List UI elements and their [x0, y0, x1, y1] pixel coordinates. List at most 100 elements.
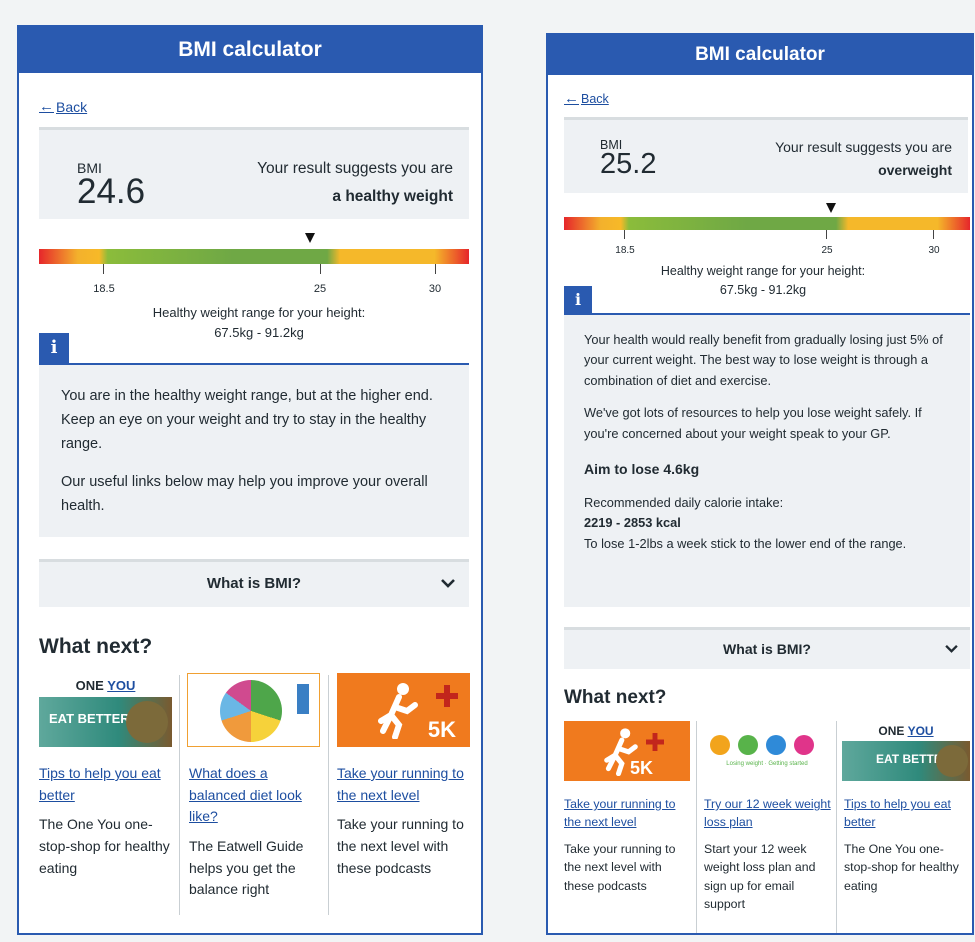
chevron-down-icon [441, 579, 455, 588]
tick-label: 18.5 [93, 283, 115, 295]
card-running: Take your running to the next level Take… [564, 795, 690, 895]
calorie-label: Recommended daily calorie intake: [584, 494, 784, 510]
what-is-bmi-accordion[interactable]: What is BMI? [39, 559, 469, 607]
apple-icon [738, 735, 758, 755]
calorie-note: To lose 1-2lbs a week stick to the lower… [584, 535, 907, 551]
eat-better-banner: EAT BETTER [39, 697, 172, 747]
tick-mark [103, 264, 104, 274]
card-divider [328, 675, 329, 915]
what-next-heading: What next? [564, 687, 667, 708]
bmi-panel-overweight: BMI calculator ← Back BMI 25.2 Your resul… [546, 33, 974, 935]
result-box: BMI 24.6 Your result suggests you are a … [39, 127, 469, 219]
salad-bowl-icon [936, 745, 968, 777]
running-5k-thumbnail[interactable]: 5K [564, 721, 690, 781]
card-description: The One You one-stop-shop for healthy ea… [844, 841, 959, 893]
info-box: Your health would really benefit from gr… [564, 315, 970, 607]
bmi-marker-icon [305, 233, 315, 243]
one-you-logo: ONE YOU [842, 721, 970, 741]
result-suggest-text: Your result suggests you are [257, 160, 453, 177]
card-divider [179, 675, 180, 915]
eatwell-plate-icon [220, 680, 282, 742]
5k-badge: 5K [630, 758, 654, 778]
tick-mark [435, 264, 436, 274]
bmi-scale-bar [39, 249, 469, 264]
tick-label: 30 [428, 283, 442, 295]
tick-label: 25 [313, 283, 327, 295]
heart-icon [794, 735, 814, 755]
info-paragraph: Our useful links below may help you impr… [61, 473, 428, 514]
card-description: The One You one-stop-shop for healthy ea… [39, 816, 170, 876]
chevron-down-icon [945, 644, 958, 653]
card-link[interactable]: Take your running to the next level [337, 763, 472, 806]
back-link[interactable]: ← Back [39, 98, 87, 115]
salad-bowl-icon [126, 701, 168, 743]
running-5k-thumbnail[interactable]: 5K [337, 673, 470, 747]
panel-title: BMI calculator [19, 27, 481, 73]
tick-label: 30 [928, 245, 940, 256]
healthy-range-value: 67.5kg - 91.2kg [214, 325, 304, 341]
card-balanced-diet: What does a balanced diet look like? The… [189, 763, 324, 901]
tick-label: 18.5 [615, 245, 635, 256]
healthy-range: Healthy weight range for your height: 67… [608, 262, 918, 300]
plus-icon [436, 685, 458, 707]
plan-caption: Losing weight · Getting started [726, 761, 808, 767]
card-link[interactable]: Tips to help you eat better [844, 795, 970, 832]
healthy-range-label: Healthy weight range for your height: [660, 264, 866, 278]
tick-mark [933, 230, 934, 239]
result-box: BMI 25.2 Your result suggests you are ov… [564, 117, 968, 193]
back-link[interactable]: ← Back [564, 90, 609, 107]
weight-loss-plan-thumbnail[interactable]: Losing weight · Getting started [702, 721, 832, 781]
result-summary: Your result suggests you are overweight [775, 139, 952, 178]
plus-icon [646, 733, 664, 751]
scale-icon [710, 735, 730, 755]
one-you-logo: ONE YOU [39, 675, 172, 697]
bmi-scale-gradient [564, 217, 970, 230]
what-is-bmi-accordion[interactable]: What is BMI? [564, 627, 970, 669]
card-link[interactable]: Take your running to the next level [564, 795, 690, 832]
panel-title: BMI calculator [548, 35, 972, 75]
info-paragraph: Your health would really benefit from gr… [584, 332, 943, 388]
bmi-marker-icon [826, 203, 836, 213]
info-icon: i [39, 333, 69, 363]
tick-mark [826, 230, 827, 239]
healthy-range-value: 67.5kg - 91.2kg [719, 282, 807, 297]
card-link[interactable]: What does a balanced diet look like? [189, 763, 324, 828]
accordion-label: What is BMI? [723, 641, 811, 657]
card-description: Take your running to the next level with… [564, 841, 676, 893]
card-link[interactable]: Try our 12 week weight loss plan [704, 795, 834, 832]
result-suggest-text: Your result suggests you are [775, 139, 952, 155]
card-divider [836, 721, 837, 933]
runner-icon [766, 735, 786, 755]
weight-loss-target: Aim to lose 4.6kg [584, 461, 700, 478]
eat-better-thumbnail[interactable]: ONE YOU EAT BETTER [842, 721, 970, 781]
card-running: Take your running to the next level Take… [337, 763, 472, 879]
card-description: Start your 12 week weight loss plan and … [704, 841, 816, 912]
arrow-left-icon: ← [564, 90, 579, 107]
card-weight-loss-plan: Try our 12 week weight loss plan Start y… [704, 795, 834, 914]
card-description: Take your running to the next level with… [337, 816, 464, 876]
calorie-value: 2219 - 2853 kcal [584, 515, 681, 531]
healthy-range-label: Healthy weight range for your height: [152, 305, 366, 320]
card-link[interactable]: Tips to help you eat better [39, 763, 174, 806]
card-eat-better: Tips to help you eat better The One You … [844, 795, 970, 895]
eat-better-thumbnail[interactable]: ONE YOU EAT BETTER [39, 675, 172, 747]
info-paragraph: We've got lots of resources to help you … [584, 405, 922, 441]
5k-badge: 5K [427, 717, 456, 742]
accordion-label: What is BMI? [206, 575, 302, 592]
result-category: overweight [878, 162, 952, 178]
card-divider [696, 721, 697, 933]
bmi-scale-gradient [39, 249, 469, 264]
bmi-scale-bar [564, 217, 970, 230]
eatwell-guide-thumbnail[interactable] [187, 673, 320, 747]
card-eat-better: Tips to help you eat better The One You … [39, 763, 174, 879]
result-category: a healthy weight [332, 188, 453, 205]
info-paragraph: You are in the healthy weight range, but… [61, 388, 433, 452]
tick-label: 25 [821, 245, 833, 256]
info-box: You are in the healthy weight range, but… [39, 365, 469, 537]
eat-better-banner: EAT BETTER [842, 741, 970, 781]
runner-icon [378, 683, 418, 739]
tick-mark [624, 230, 625, 239]
info-icon: i [564, 286, 592, 313]
what-next-heading: What next? [39, 635, 153, 658]
bmi-panel-healthy: BMI calculator ← Back BMI 24.6 Your resul… [17, 25, 483, 935]
